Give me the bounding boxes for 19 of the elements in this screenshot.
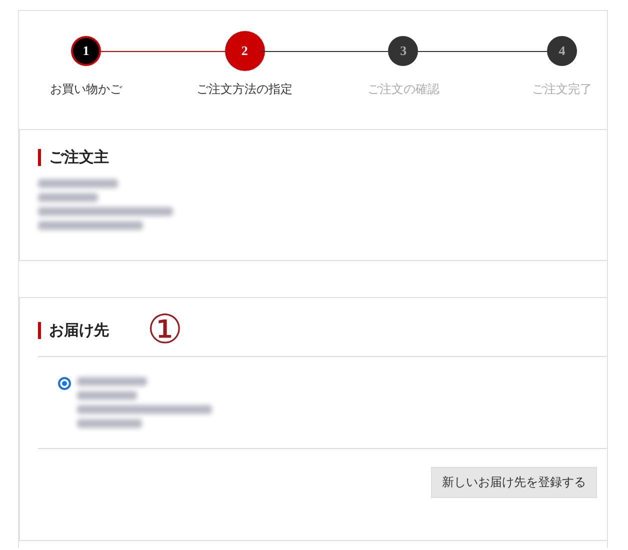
step-label: お買い物かご <box>50 81 122 98</box>
blurred-text <box>77 419 142 428</box>
step-label: ご注文完了 <box>532 81 592 98</box>
blurred-text <box>77 391 137 400</box>
heading-marker <box>38 149 41 166</box>
step-number: 2 <box>224 31 265 71</box>
section-heading: お届け先 <box>49 320 109 340</box>
step-number: 1 <box>71 36 101 66</box>
blurred-text <box>38 193 98 202</box>
step-number: 3 <box>388 36 418 66</box>
radio-button[interactable] <box>58 377 71 390</box>
blurred-text <box>77 377 147 386</box>
new-address-button[interactable]: 新しいお届け先を登録する <box>431 467 597 498</box>
annotation-number: ① <box>147 310 183 350</box>
step-label: ご注文の確認 <box>367 81 440 98</box>
section-heading: ご注文主 <box>49 148 109 167</box>
step-number: 4 <box>547 36 578 66</box>
heading-marker <box>38 322 41 338</box>
step-label: ご注文方法の指定 <box>196 81 293 98</box>
